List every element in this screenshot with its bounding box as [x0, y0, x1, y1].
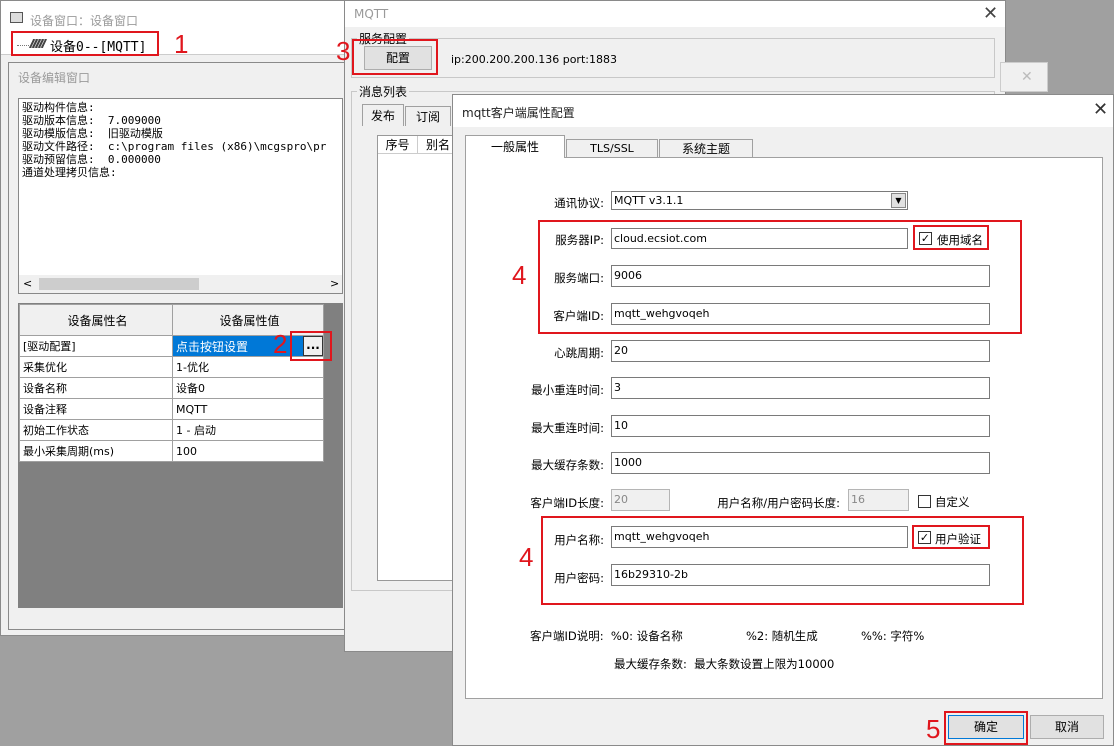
info-line: 驱动文件路径: c:\program files (x86)\mcgspro\p…: [22, 140, 327, 153]
prop-value[interactable]: 1-优化: [172, 356, 324, 378]
scroll-left-icon[interactable]: <: [23, 277, 32, 290]
max-cache-field[interactable]: 1000: [611, 452, 990, 474]
device-window-title: 设备窗口：设备窗口: [30, 14, 139, 28]
info-line: 驱动构件信息:: [22, 101, 95, 114]
annotation-number: 4: [519, 542, 534, 572]
dialog-title: mqtt客户端属性配置: [462, 106, 575, 120]
prop-name: [驱动配置]: [19, 335, 173, 357]
msg-group-label: 消息列表: [357, 83, 410, 100]
prop-name: 设备注释: [19, 398, 173, 420]
protocol-select[interactable]: MQTT v3.1.1: [611, 191, 908, 210]
tab-tls-ssl[interactable]: TLS/SSL: [566, 139, 658, 157]
annotation-number: 3: [336, 36, 351, 66]
client-id-note: 客户端ID说明: %0: 设备名称: [530, 629, 683, 643]
table-row[interactable]: 采集优化 1-优化: [19, 356, 324, 378]
tab-system-topics[interactable]: 系统主题: [659, 139, 753, 157]
chevron-down-icon[interactable]: ▼: [891, 193, 906, 208]
header-prop-name: 设备属性名: [19, 304, 173, 336]
info-line: 驱动模版信息: 旧驱动模版: [22, 127, 163, 140]
max-reconnect-field[interactable]: 10: [611, 415, 990, 437]
prop-value[interactable]: 设备0: [172, 377, 324, 399]
tree-connector: [17, 45, 29, 46]
tree-item-device[interactable]: 设备0--[MQTT]: [50, 36, 146, 55]
prop-value[interactable]: 100: [172, 440, 324, 462]
random-note: %2: 随机生成: [746, 629, 818, 643]
info-line: 通道处理拷贝信息:: [22, 166, 117, 179]
min-reconnect-field[interactable]: 3: [611, 377, 990, 399]
server-ip-label: 服务器IP:: [555, 233, 604, 247]
table-row[interactable]: 设备注释 MQTT: [19, 398, 324, 420]
client-id-length-label: 客户端ID长度:: [530, 496, 604, 510]
max-reconnect-label: 最大重连时间:: [531, 421, 604, 435]
tab-subscribe[interactable]: 订阅: [405, 106, 451, 126]
user-pwd-length-label: 用户名称/用户密码长度:: [717, 496, 840, 510]
heartbeat-label: 心跳周期:: [554, 346, 604, 360]
user-pwd-length-field: 16: [848, 489, 909, 511]
port-field[interactable]: 9006: [611, 265, 990, 287]
user-auth-checkbox[interactable]: ✓: [918, 531, 931, 544]
scrollbar-thumb[interactable]: [39, 278, 199, 290]
ok-button[interactable]: 确定: [948, 715, 1024, 739]
use-domain-checkbox[interactable]: ✓: [919, 232, 932, 245]
password-field[interactable]: 16b29310-2b: [611, 564, 990, 586]
use-domain-label: 使用域名: [937, 233, 983, 247]
custom-checkbox[interactable]: [918, 495, 931, 508]
client-id-label: 客户端ID:: [553, 309, 604, 323]
protocol-label: 通讯协议:: [554, 196, 604, 210]
username-field[interactable]: mqtt_wehgvoqeh: [611, 526, 908, 548]
prop-name: 初始工作状态: [19, 419, 173, 441]
ellipsis-button[interactable]: ...: [303, 336, 323, 356]
max-cache-note: 最大缓存条数: 最大条数设置上限为10000: [614, 657, 835, 671]
max-cache-label: 最大缓存条数:: [531, 458, 604, 472]
info-line: 驱动版本信息: 7.009000: [22, 114, 161, 127]
prop-name: 设备名称: [19, 377, 173, 399]
prop-value-selected[interactable]: 点击按钮设置: [172, 335, 324, 357]
prop-name: 最小采集周期(ms): [19, 440, 173, 462]
heartbeat-field[interactable]: 20: [611, 340, 990, 362]
service-group-label: 服务配置: [357, 30, 410, 47]
annotation-number: 1: [174, 29, 189, 59]
prop-name: 采集优化: [19, 356, 173, 378]
list-header-index: 序号: [378, 136, 418, 154]
background-window: ✕: [1000, 62, 1048, 92]
close-icon[interactable]: ✕: [983, 5, 998, 23]
password-label: 用户密码:: [554, 571, 604, 585]
annotation-number: 2: [273, 329, 288, 359]
table-row[interactable]: 设备名称 设备0: [19, 377, 324, 399]
window-icon: [10, 12, 23, 23]
config-button[interactable]: 配置: [364, 46, 432, 70]
close-icon[interactable]: ✕: [1093, 101, 1108, 119]
client-id-field[interactable]: mqtt_wehgvoqeh: [611, 303, 990, 325]
driver-info-panel: 驱动构件信息: 驱动版本信息: 7.009000 驱动模版信息: 旧驱动模版 驱…: [18, 98, 343, 294]
service-groupbox: [351, 38, 995, 78]
annotation-number: 5: [926, 714, 941, 744]
server-ip-field[interactable]: cloud.ecsiot.com: [611, 228, 908, 249]
tab-general[interactable]: 一般属性: [465, 135, 565, 158]
mqtt-titlebar: [345, 1, 1005, 27]
client-id-length-field: 20: [611, 489, 670, 511]
close-icon: ✕: [1021, 69, 1033, 85]
percent-note: %%: 字符%: [861, 629, 925, 643]
port-label: 服务端口:: [554, 271, 604, 285]
server-info: ip:200.200.200.136 port:1883: [451, 53, 617, 66]
cancel-button[interactable]: 取消: [1030, 715, 1104, 739]
prop-value[interactable]: MQTT: [172, 398, 324, 420]
annotation-number: 4: [512, 260, 527, 290]
user-auth-label: 用户验证: [935, 532, 981, 546]
table-row[interactable]: 初始工作状态 1 - 启动: [19, 419, 324, 441]
min-reconnect-label: 最小重连时间:: [531, 383, 604, 397]
info-line: 驱动预留信息: 0.000000: [22, 153, 161, 166]
mqtt-window-title: MQTT: [354, 7, 389, 21]
header-prop-value: 设备属性值: [172, 304, 324, 336]
horizontal-scrollbar[interactable]: < >: [19, 275, 342, 293]
edit-window-title: 设备编辑窗口: [18, 71, 91, 85]
custom-label: 自定义: [935, 495, 970, 509]
table-row[interactable]: 最小采集周期(ms) 100: [19, 440, 324, 462]
scroll-right-icon[interactable]: >: [330, 277, 339, 290]
prop-value[interactable]: 1 - 启动: [172, 419, 324, 441]
device-props-table: 设备属性名 设备属性值 [驱动配置] 点击按钮设置 采集优化 1-优化 设备名称…: [19, 304, 324, 462]
tab-publish[interactable]: 发布: [362, 104, 404, 126]
